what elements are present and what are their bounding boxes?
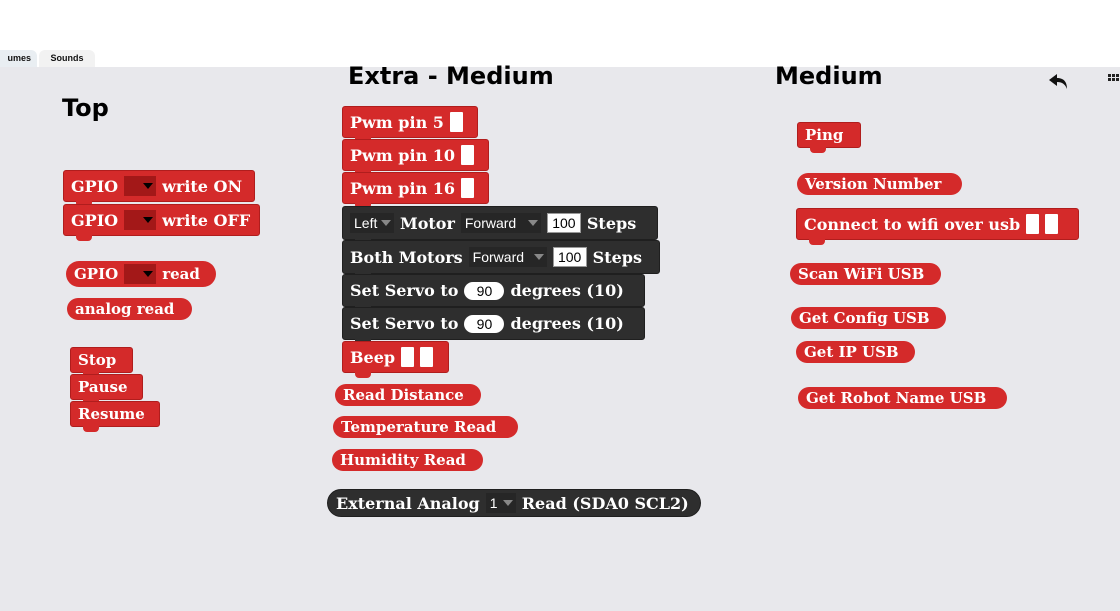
motor-side-value: Left xyxy=(354,215,378,231)
chevron-down-icon xyxy=(381,220,392,226)
get-ip-usb-block[interactable]: Get IP USB xyxy=(796,341,915,363)
chevron-down-icon xyxy=(143,271,154,277)
pwm-pin-10-label: Pwm pin 10 xyxy=(350,145,456,165)
pwm-pin-5-block[interactable]: Pwm pin 5 xyxy=(342,106,478,143)
set-servo-block[interactable]: Set Servo to 90 degrees (10) xyxy=(342,274,645,312)
temperature-read-label: Temperature Read xyxy=(341,418,497,436)
ping-label: Ping xyxy=(805,126,844,144)
degrees-label: degrees (10) xyxy=(510,314,624,333)
grid-icon[interactable] xyxy=(1106,72,1120,86)
wifi-ssid-field[interactable] xyxy=(1026,214,1040,234)
pwm-value-field[interactable] xyxy=(461,145,475,165)
tab-sounds[interactable]: Sounds xyxy=(39,50,95,67)
degrees-label: degrees (10) xyxy=(510,281,624,300)
get-config-label: Get Config USB xyxy=(799,309,930,327)
gpio-read-block[interactable]: GPIO read xyxy=(66,261,216,287)
pwm-value-field[interactable] xyxy=(449,112,463,132)
resume-block[interactable]: Resume xyxy=(70,401,160,432)
gpio-pin-dropdown[interactable] xyxy=(124,176,157,196)
temperature-read-block[interactable]: Temperature Read xyxy=(333,416,518,438)
chevron-down-icon xyxy=(527,220,538,226)
gpio-label: GPIO xyxy=(71,210,119,230)
servo-angle-input[interactable]: 90 xyxy=(464,281,505,300)
pwm-value-field[interactable] xyxy=(461,178,475,198)
external-analog-read-block[interactable]: External Analog 1 Read (SDA0 SCL2) xyxy=(327,489,701,517)
pause-block[interactable]: Pause xyxy=(70,374,143,405)
connect-wifi-label: Connect to wifi over usb xyxy=(804,214,1021,234)
pwm-pin-16-block[interactable]: Pwm pin 16 xyxy=(342,172,489,209)
read-distance-label: Read Distance xyxy=(343,386,464,404)
motor-direction-value: Forward xyxy=(464,215,517,231)
steps-input[interactable]: 100 xyxy=(546,213,581,233)
set-servo-block-2[interactable]: Set Servo to 90 degrees (10) xyxy=(342,307,645,345)
analog-read-block[interactable]: analog read xyxy=(67,298,192,320)
stop-label: Stop xyxy=(78,351,117,369)
gpio-pin-dropdown[interactable] xyxy=(124,264,157,284)
stop-block[interactable]: Stop xyxy=(70,347,133,378)
chevron-down-icon xyxy=(143,183,154,189)
gpio-pin-dropdown[interactable] xyxy=(124,210,157,230)
humidity-read-block[interactable]: Humidity Read xyxy=(332,449,483,471)
humidity-read-label: Humidity Read xyxy=(340,451,466,469)
gpio-label: GPIO xyxy=(71,176,119,196)
servo-angle-input[interactable]: 90 xyxy=(464,314,505,333)
wifi-password-field[interactable] xyxy=(1045,214,1059,234)
both-motors-block[interactable]: Both Motors Forward 100 Steps xyxy=(342,240,660,279)
set-servo-label: Set Servo to xyxy=(350,314,459,333)
get-ip-label: Get IP USB xyxy=(804,343,899,361)
gpio-label: GPIO xyxy=(74,265,119,283)
beep-duration-field[interactable] xyxy=(420,347,434,367)
motor-label: Motor xyxy=(400,213,455,233)
beep-label: Beep xyxy=(350,347,396,367)
heading-extra-medium: Extra - Medium xyxy=(348,62,554,90)
beep-block[interactable]: Beep xyxy=(342,341,449,378)
pwm-pin-10-block[interactable]: Pwm pin 10 xyxy=(342,139,489,176)
both-motors-label: Both Motors xyxy=(350,247,463,267)
chevron-down-icon xyxy=(533,254,544,260)
motor-side-dropdown[interactable]: Left xyxy=(350,213,394,233)
version-number-block[interactable]: Version Number xyxy=(797,173,962,195)
ping-block[interactable]: Ping xyxy=(797,122,861,153)
chevron-down-icon xyxy=(502,500,513,506)
chevron-down-icon xyxy=(143,217,154,223)
both-direction-dropdown[interactable]: Forward xyxy=(468,247,547,267)
steps-label: Steps xyxy=(592,247,642,267)
motor-direction-dropdown[interactable]: Forward xyxy=(460,213,541,233)
beep-frequency-field[interactable] xyxy=(401,347,415,367)
get-robot-name-label: Get Robot Name USB xyxy=(806,389,987,407)
tab-costumes[interactable]: umes xyxy=(0,50,37,67)
read-distance-block[interactable]: Read Distance xyxy=(335,384,481,406)
set-servo-label: Set Servo to xyxy=(350,281,459,300)
version-number-label: Version Number xyxy=(805,175,942,193)
both-direction-value: Forward xyxy=(472,249,525,265)
read-sda-label: Read (SDA0 SCL2) xyxy=(521,493,689,513)
get-config-usb-block[interactable]: Get Config USB xyxy=(791,307,946,329)
analog-channel-dropdown[interactable]: 1 xyxy=(485,493,516,513)
analog-channel-value: 1 xyxy=(489,495,498,511)
steps-input[interactable]: 100 xyxy=(552,247,587,267)
read-label: read xyxy=(162,265,200,283)
scan-wifi-label: Scan WiFi USB xyxy=(798,265,925,283)
connect-wifi-usb-block[interactable]: Connect to wifi over usb xyxy=(796,208,1079,245)
get-robot-name-usb-block[interactable]: Get Robot Name USB xyxy=(798,387,1007,409)
analog-read-label: analog read xyxy=(75,300,175,318)
pause-label: Pause xyxy=(78,378,128,396)
tab-bar: umes Sounds xyxy=(0,0,1120,67)
scan-wifi-usb-block[interactable]: Scan WiFi USB xyxy=(790,263,941,285)
heading-medium: Medium xyxy=(775,62,883,90)
external-analog-label: External Analog xyxy=(336,493,480,513)
pwm-pin-5-label: Pwm pin 5 xyxy=(350,112,444,132)
resume-label: Resume xyxy=(78,405,145,423)
gpio-write-off-block[interactable]: GPIO write OFF xyxy=(63,204,260,241)
heading-top: Top xyxy=(62,94,109,122)
motor-steps-block[interactable]: Left Motor Forward 100 Steps xyxy=(342,206,658,245)
undo-icon[interactable] xyxy=(1046,72,1070,92)
pwm-pin-16-label: Pwm pin 16 xyxy=(350,178,456,198)
write-off-label: write OFF xyxy=(162,210,251,230)
gpio-write-on-block[interactable]: GPIO write ON xyxy=(63,170,255,207)
steps-label: Steps xyxy=(586,213,637,233)
write-on-label: write ON xyxy=(162,176,243,196)
